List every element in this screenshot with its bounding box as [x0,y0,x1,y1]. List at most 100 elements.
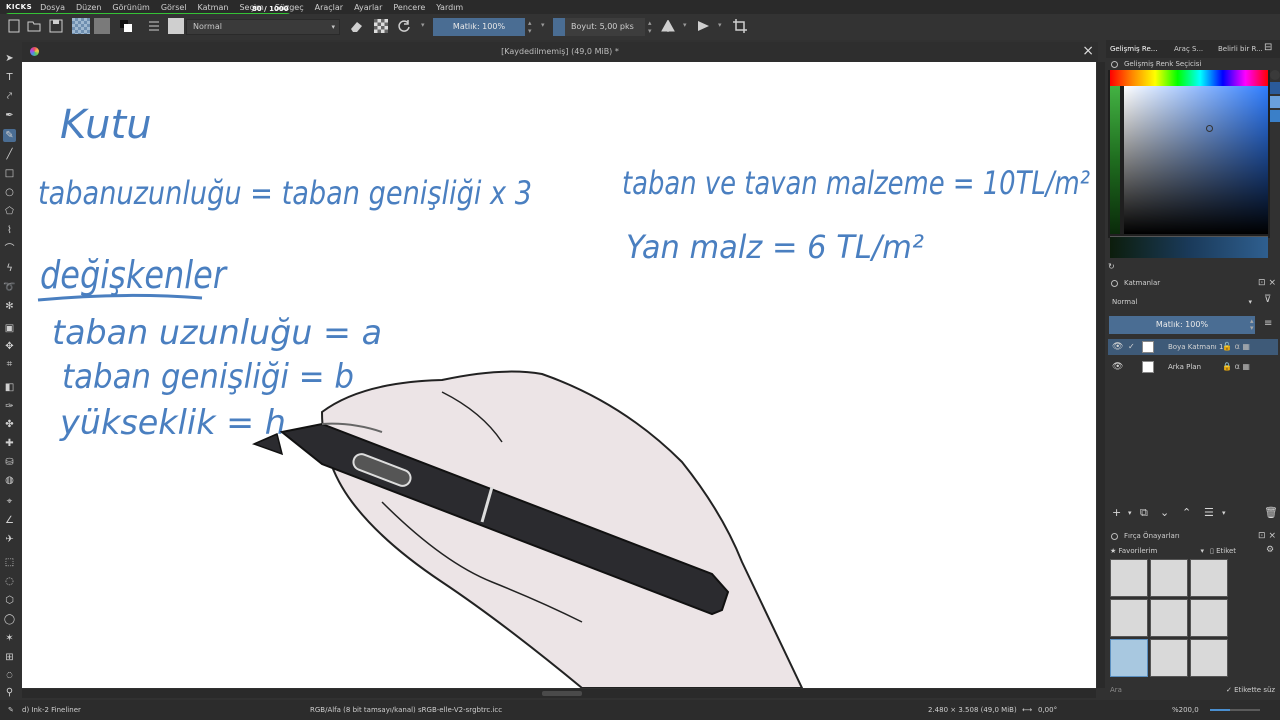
tab-specific-color[interactable]: Belirli bir R... [1218,45,1263,53]
menu-window[interactable]: Pencere [393,3,425,12]
ellipse-tool-icon[interactable]: ○ [3,186,16,199]
colorize-mask-tool-icon[interactable]: ✤ [3,418,16,431]
eraser-icon[interactable] [348,18,364,34]
mirror-v-chevron-icon[interactable]: ▾ [718,21,722,29]
layer-blend-mode-select[interactable]: Normal ▾ [1110,295,1254,309]
gradient-pattern-icon[interactable] [72,18,90,34]
calligraphy-tool-icon[interactable]: ✒ [3,109,16,122]
brush-preset-icon[interactable] [168,18,184,34]
status-zoom[interactable]: %200,0 [1172,700,1199,720]
move-tool-icon[interactable]: ✥ [3,340,16,353]
mirror-h-chevron-icon[interactable]: ▾ [683,21,687,29]
status-rotation[interactable]: 0,00° [1038,700,1057,720]
layer-opacity-spinner-icon[interactable]: ▴ ▾ [1250,318,1254,332]
visibility-eye-icon[interactable]: 👁 [1112,339,1123,355]
opacity-chevron-icon[interactable]: ▾ [541,21,545,29]
menu-layer[interactable]: Katman [198,3,229,12]
crop-tool-icon[interactable]: ⌗ [3,358,16,371]
add-layer-icon[interactable]: + [1112,506,1121,519]
move-layer-down-icon[interactable]: ⌄ [1160,506,1169,519]
filter-icon[interactable]: ⊽ [1264,294,1271,305]
rect-select-tool-icon[interactable]: ⬚ [3,556,16,569]
lock-icon[interactable]: 🔒 α ▦ [1222,359,1250,375]
freehand-brush-tool-icon[interactable]: ✎ [3,129,16,142]
color-swap-icon[interactable] [118,18,134,34]
layer-menu-icon[interactable]: ≡ [1264,318,1272,329]
color-value-bar[interactable] [1110,86,1120,234]
menu-edit[interactable]: Düzen [76,3,101,12]
opacity-spinner-icon[interactable]: ▴ ▾ [528,19,532,35]
clear-color-icon[interactable] [1270,70,1280,80]
brush-preset-paint-brush[interactable] [1150,599,1188,637]
brush-preset-ink-pen[interactable] [1110,599,1148,637]
text-tool-icon[interactable]: T [3,71,16,84]
layer-active-check-icon[interactable]: ✓ [1128,339,1135,355]
color-picker-tool-icon[interactable]: ✑ [3,400,16,413]
brush-preset-fine-pen[interactable] [1190,599,1228,637]
contiguous-select-tool-icon[interactable]: ✶ [3,632,16,645]
menu-image[interactable]: Görsel [161,3,187,12]
close-document-icon[interactable]: × [1082,43,1094,59]
move-layer-up-icon[interactable]: ⌃ [1182,506,1191,519]
brush-preset-blue-marker[interactable] [1150,559,1188,597]
enclose-fill-tool-icon[interactable]: ◍ [3,474,16,487]
freehand-select-tool-icon[interactable]: ◯ [3,613,16,626]
reload-icon[interactable] [396,18,412,34]
layer-properties-icon[interactable]: ☰ [1204,506,1214,519]
docker-menu-icon[interactable]: ⊟ [1264,42,1272,53]
hue-strip[interactable] [1110,70,1268,86]
swatch-light-blue[interactable] [1270,96,1280,108]
size-slider[interactable]: Boyut: 5,00 pks [553,18,645,36]
edit-shapes-tool-icon[interactable]: ⤤ [3,90,16,103]
brush-tag-search-checkbox[interactable]: ✓ Etikette süz [1226,684,1280,696]
rotation-icon[interactable]: ⟷ [1022,700,1032,720]
menu-settings[interactable]: Ayarlar [354,3,382,12]
alpha-lock-icon[interactable] [374,19,388,33]
add-layer-chevron-icon[interactable]: ▾ [1128,509,1132,517]
select-shapes-tool-icon[interactable]: ➤ [3,52,16,65]
refresh-colors-icon[interactable]: ↻ [1108,262,1115,271]
zoom-tool-icon[interactable]: ⚲ [3,686,16,699]
save-icon[interactable] [48,18,64,34]
horizontal-scroll-thumb[interactable] [542,691,582,696]
brush-search-input[interactable]: Ara [1108,684,1228,696]
mirror-vertical-icon[interactable] [696,18,712,34]
brush-options-icon[interactable]: ⚙ [1266,545,1274,555]
fill-tool-icon[interactable]: ⛁ [3,456,16,469]
new-document-icon[interactable] [6,18,22,34]
line-tool-icon[interactable]: ╱ [3,148,16,161]
layer-properties-chevron-icon[interactable]: ▾ [1222,509,1226,517]
color-history[interactable] [1110,236,1268,258]
polygon-select-tool-icon[interactable]: ⬡ [3,594,16,607]
similar-select-tool-icon[interactable]: ⊞ [3,651,16,664]
reference-images-tool-icon[interactable]: ✈ [3,533,16,546]
menu-file[interactable]: Dosya [40,3,65,12]
polyline-tool-icon[interactable]: ⌇ [3,224,16,237]
measure-tool-icon[interactable]: ∠ [3,514,16,527]
transform-tool-icon[interactable]: ▣ [3,322,16,335]
menu-view[interactable]: Görünüm [112,3,149,12]
mirror-horizontal-icon[interactable] [660,18,676,34]
assistant-tool-icon[interactable]: ⌖ [3,495,16,508]
visibility-eye-icon[interactable]: 👁 [1112,359,1123,375]
layer-opacity-slider[interactable]: Matlık: 100% [1109,316,1255,334]
layer-row-background[interactable]: 👁 Arka Plan 🔒 α ▦ [1108,359,1278,375]
size-spinner-icon[interactable]: ▴ ▾ [648,19,652,35]
pattern-swatch-icon[interactable] [94,18,110,34]
multibrush-tool-icon[interactable]: ✻ [3,300,16,313]
saturation-value-square[interactable] [1124,86,1268,234]
open-folder-icon[interactable] [26,18,42,34]
drawing-canvas[interactable]: Kutu tabanuzunluğu = taban genişliği x 3… [22,62,1096,688]
menu-help[interactable]: Yardım [436,3,463,12]
brush-preset-ink-fineliner[interactable] [1110,639,1148,677]
duplicate-layer-icon[interactable]: ⧉ [1140,506,1148,520]
brush-presets-close-icon[interactable]: ⊡ × [1258,530,1276,543]
smart-patch-tool-icon[interactable]: ✚ [3,437,16,450]
swatch-mid-blue[interactable] [1270,110,1280,122]
brush-preset-gray-marker[interactable] [1190,559,1228,597]
brush-favorites-select[interactable]: ★ Favorilerim ▾ [1110,545,1206,557]
brush-preset-wide-brush[interactable] [1190,639,1228,677]
vertical-scrollbar[interactable] [1097,62,1105,688]
wrap-around-icon[interactable] [732,18,748,34]
blend-mode-select[interactable]: Normal ▾ [186,19,340,35]
